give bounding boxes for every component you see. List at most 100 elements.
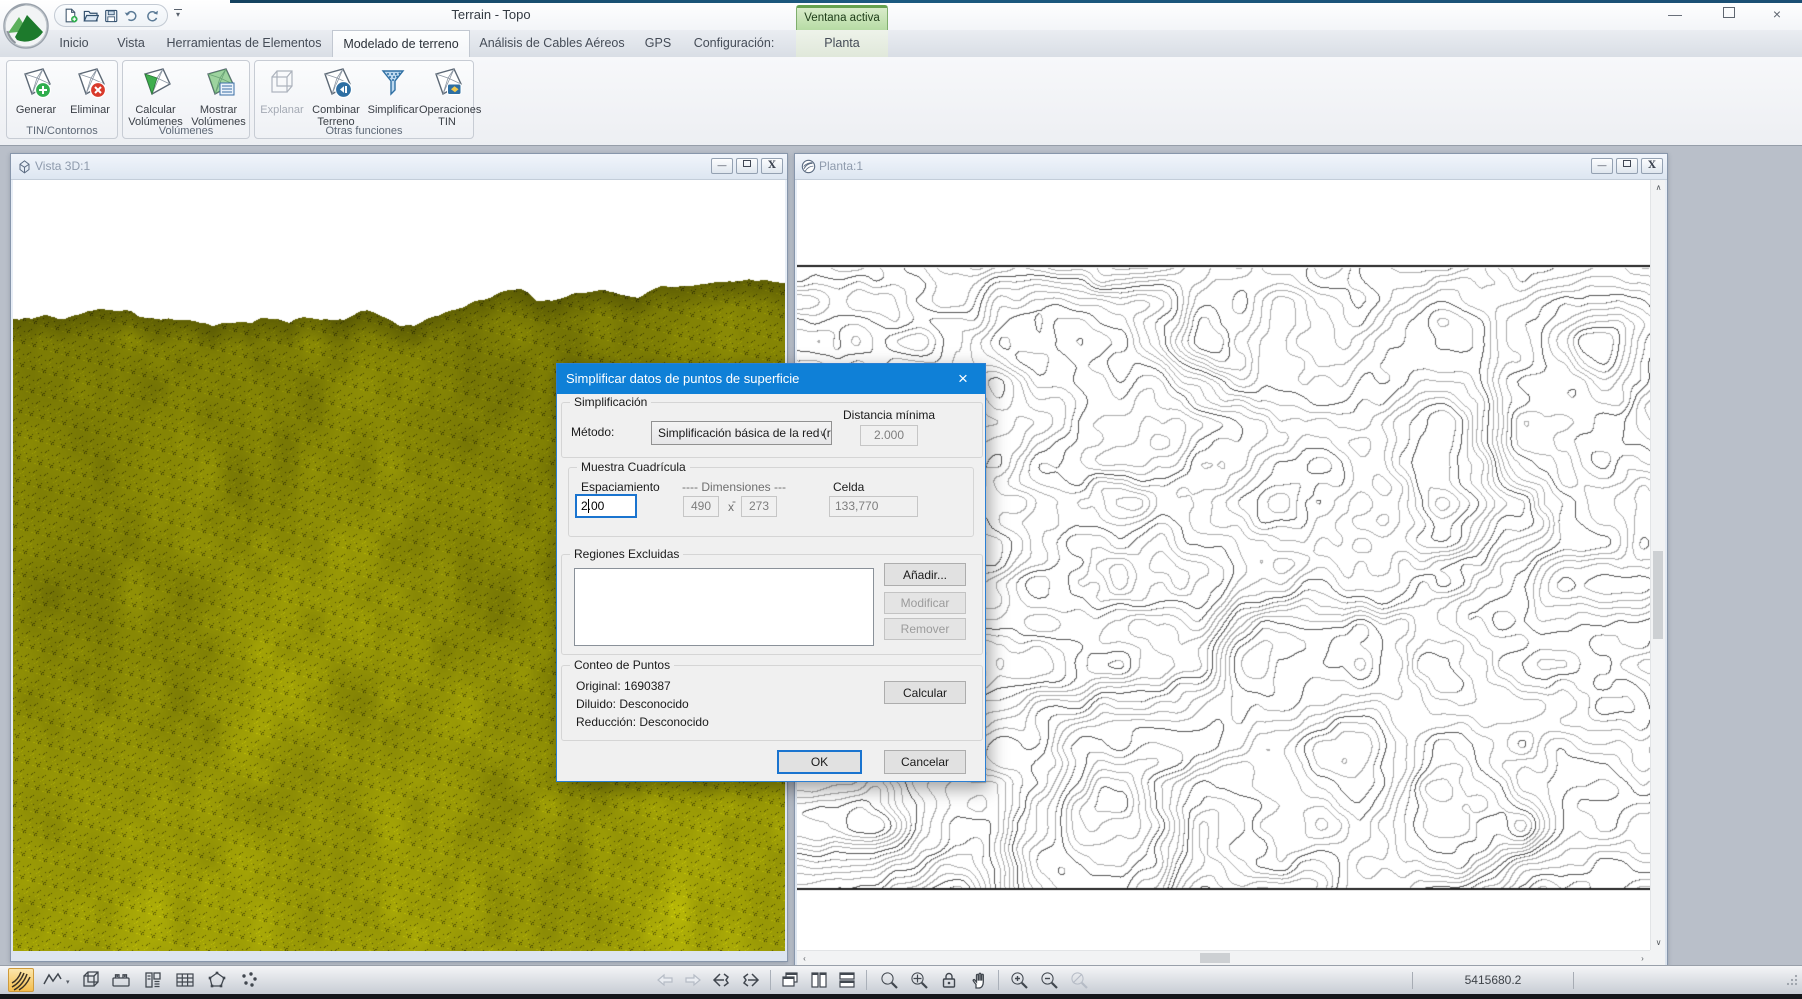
app-close-button[interactable]: × bbox=[1754, 0, 1800, 29]
new-file-icon[interactable] bbox=[63, 7, 78, 24]
cancelar-button[interactable]: Cancelar bbox=[884, 750, 966, 774]
conteo-original-value: Original: 1690387 bbox=[576, 679, 671, 693]
zoom-in-button[interactable] bbox=[1006, 968, 1032, 992]
vista3d-restore-button[interactable] bbox=[736, 158, 758, 174]
app-minimize-button[interactable]: — bbox=[1652, 0, 1698, 29]
tab-planta[interactable]: Planta bbox=[796, 30, 888, 57]
planta-titlebar[interactable]: Planta:1 — X bbox=[795, 154, 1667, 180]
app-maximize-button[interactable] bbox=[1706, 0, 1752, 29]
app-logo-button[interactable] bbox=[3, 3, 49, 49]
next-view-button[interactable] bbox=[738, 968, 764, 992]
tile-vertical-icon bbox=[809, 970, 829, 990]
vista3d-window-icon bbox=[17, 159, 32, 174]
zoom-dynamic-button[interactable] bbox=[906, 968, 932, 992]
generar-tin-icon bbox=[19, 65, 53, 99]
dialog-close-button[interactable]: × bbox=[941, 364, 985, 394]
redo-icon[interactable] bbox=[144, 7, 159, 24]
combinar-terreno-button[interactable]: CombinarTerreno bbox=[307, 63, 365, 125]
zoom-out-button[interactable] bbox=[1036, 968, 1062, 992]
grid-table-button[interactable] bbox=[172, 968, 198, 992]
explanar-icon bbox=[265, 65, 299, 99]
eliminar-button[interactable]: Eliminar bbox=[63, 63, 117, 125]
status-separator bbox=[1412, 972, 1413, 989]
planta-restore-button[interactable] bbox=[1616, 158, 1638, 174]
panels-manager-button[interactable] bbox=[140, 968, 166, 992]
previous-view-button[interactable] bbox=[708, 968, 734, 992]
contour-display-toggle[interactable] bbox=[8, 968, 34, 992]
planta-minimize-button[interactable]: — bbox=[1591, 158, 1613, 174]
forward-button bbox=[680, 968, 706, 992]
metodo-select[interactable]: Simplificación básica de la red (ráp ∨ bbox=[651, 421, 832, 445]
quick-access-dropdown-icon[interactable]: ▾ bbox=[174, 9, 182, 19]
app-logo-icon bbox=[3, 3, 49, 49]
tile-horizontal-icon bbox=[837, 970, 857, 990]
zoom-dynamic-icon bbox=[909, 970, 929, 990]
app-title: Terrain - Topo bbox=[391, 0, 591, 30]
vista3d-minimize-button[interactable]: — bbox=[711, 158, 733, 174]
vertical-scroll-thumb[interactable] bbox=[1653, 551, 1663, 639]
operaciones-tin-button[interactable]: OperacionesTIN bbox=[419, 63, 475, 125]
context-tab-group-header[interactable]: Ventana activa bbox=[796, 5, 888, 30]
calcular-volumenes-button[interactable]: CalcularVolúmenes bbox=[124, 63, 187, 125]
toolbar-separator bbox=[770, 970, 771, 990]
operaciones-tin-icon bbox=[430, 65, 464, 99]
regiones-excluidas-list[interactable] bbox=[574, 568, 874, 646]
generar-button[interactable]: Generar bbox=[9, 63, 63, 125]
tab-herramientas-de-elementos[interactable]: Herramientas de Elementos bbox=[158, 30, 330, 57]
planta-vertical-scrollbar[interactable]: ∧ ∨ bbox=[1650, 180, 1665, 950]
eliminar-label: Eliminar bbox=[63, 104, 117, 116]
espaciamiento-input[interactable]: 2.00 bbox=[575, 494, 637, 518]
planta-horizontal-scrollbar[interactable]: ‹ › bbox=[797, 950, 1650, 965]
zoom-window-button[interactable] bbox=[876, 968, 902, 992]
bottom-toolbar: ▾ bbox=[0, 965, 1802, 995]
tab-gps[interactable]: GPS bbox=[634, 30, 682, 57]
simplificar-button[interactable]: Simplificar bbox=[365, 63, 421, 125]
vista3d-titlebar[interactable]: Vista 3D:1 — X bbox=[11, 154, 787, 180]
mostrar-volumenes-icon bbox=[202, 65, 236, 99]
pan-button[interactable] bbox=[966, 968, 992, 992]
taskbar-strip bbox=[0, 994, 1802, 999]
cascade-windows-button[interactable] bbox=[777, 968, 803, 992]
tile-horizontal-button[interactable] bbox=[834, 968, 860, 992]
polyline-icon bbox=[43, 970, 63, 990]
remover-button: Remover bbox=[884, 618, 966, 640]
scroll-up-arrow[interactable]: ∧ bbox=[1651, 180, 1666, 195]
tab-inicio[interactable]: Inicio bbox=[44, 30, 104, 57]
boundary-polygon-button[interactable] bbox=[204, 968, 230, 992]
view-3d-button[interactable] bbox=[78, 968, 104, 992]
undo-icon[interactable] bbox=[123, 7, 138, 24]
open-file-icon[interactable] bbox=[83, 7, 98, 24]
tab-modelado-de-terreno[interactable]: Modelado de terreno bbox=[332, 30, 470, 57]
dialog-titlebar[interactable]: Simplificar datos de puntos de superfici… bbox=[557, 364, 985, 394]
anadir-button[interactable]: Añadir... bbox=[884, 563, 966, 586]
tab-configuracion[interactable]: Configuración: bbox=[684, 30, 784, 57]
back-button bbox=[652, 968, 678, 992]
scroll-right-arrow[interactable]: › bbox=[1635, 951, 1650, 966]
restore-icon bbox=[1623, 160, 1631, 167]
save-icon[interactable] bbox=[104, 8, 118, 24]
horizontal-scroll-thumb[interactable] bbox=[1200, 953, 1230, 963]
text-caret bbox=[588, 499, 589, 513]
polyline-display-toggle[interactable] bbox=[40, 968, 66, 992]
forward-arrow-icon bbox=[683, 970, 703, 990]
scrollbar-corner bbox=[1650, 950, 1665, 965]
ok-button[interactable]: OK bbox=[777, 750, 862, 774]
points-cloud-button[interactable] bbox=[236, 968, 262, 992]
tile-vertical-button[interactable] bbox=[806, 968, 832, 992]
polyline-dropdown-icon[interactable]: ▾ bbox=[66, 978, 70, 986]
pan-hand-icon bbox=[969, 970, 989, 990]
scroll-down-arrow[interactable]: ∨ bbox=[1651, 935, 1666, 950]
resize-grip[interactable] bbox=[1786, 974, 1798, 986]
mostrar-volumenes-button[interactable]: MostrarVolúmenes bbox=[187, 63, 250, 125]
planta-close-button[interactable]: X bbox=[1641, 158, 1663, 174]
tab-analisis-cables-aereos[interactable]: Análisis de Cables Aéreos bbox=[472, 30, 632, 57]
calcular-button[interactable]: Calcular bbox=[884, 681, 966, 704]
section-box-button[interactable] bbox=[108, 968, 134, 992]
zoom-lock-button[interactable] bbox=[936, 968, 962, 992]
planta-window-icon bbox=[801, 159, 816, 174]
scroll-left-arrow[interactable]: ‹ bbox=[797, 951, 812, 966]
tab-vista[interactable]: Vista bbox=[106, 30, 156, 57]
groupbox-conteo-label: Conteo de Puntos bbox=[570, 658, 674, 672]
simplificar-label: Simplificar bbox=[365, 104, 421, 116]
vista3d-close-button[interactable]: X bbox=[761, 158, 783, 174]
